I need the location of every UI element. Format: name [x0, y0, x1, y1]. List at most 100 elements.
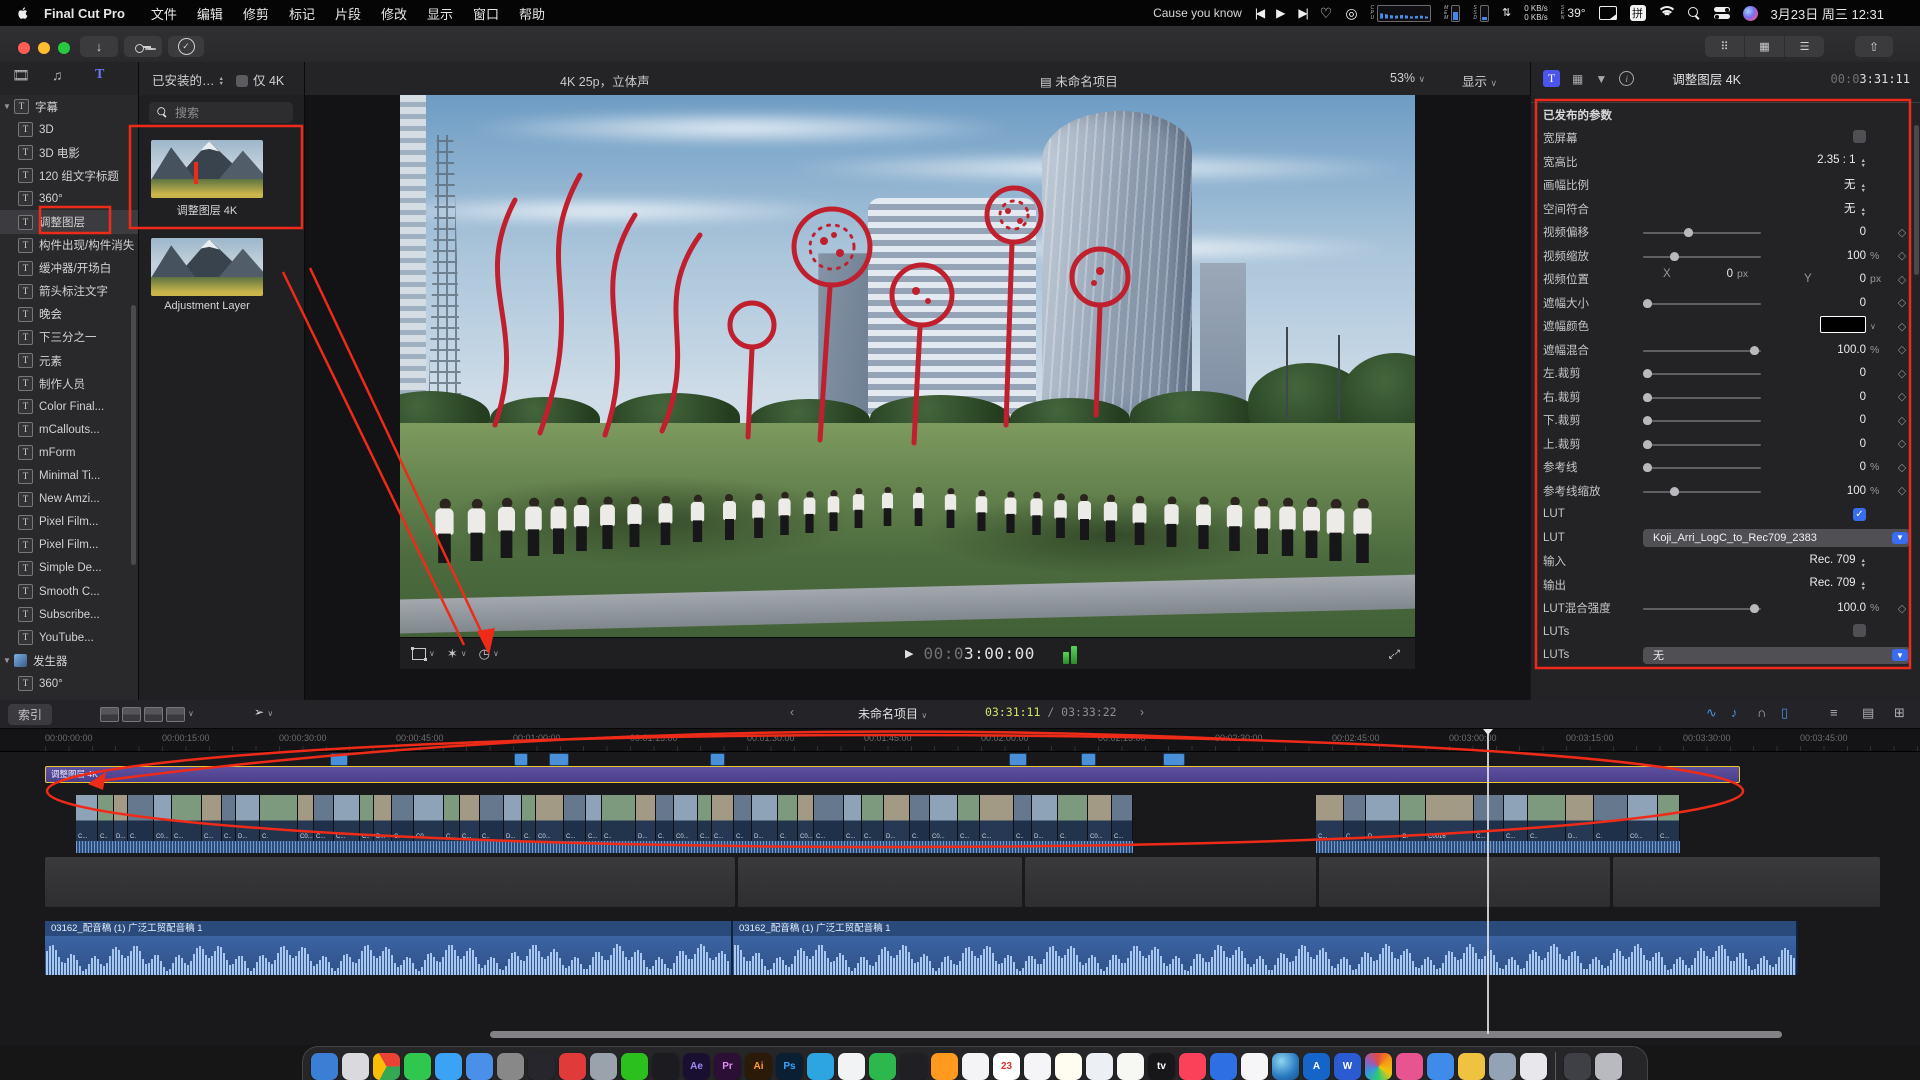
- video-clip[interactable]: C0...: [798, 795, 814, 841]
- dock-app-30[interactable]: [1210, 1053, 1237, 1080]
- dock-app-21[interactable]: [931, 1053, 958, 1080]
- video-clip[interactable]: C..: [862, 795, 884, 841]
- color-well[interactable]: [1820, 316, 1866, 333]
- param-checkbox[interactable]: [1853, 130, 1866, 143]
- dock-app-15[interactable]: Ai: [745, 1053, 772, 1080]
- keyframe-button[interactable]: ◇: [1892, 320, 1912, 333]
- fullscreen-icon[interactable]: ↗↙: [1388, 648, 1401, 661]
- sidebar-item-7[interactable]: T缓冲器/开场白: [0, 257, 138, 280]
- sidebar-item-23[interactable]: TYouTube...: [0, 626, 138, 649]
- timeline-expand-icon[interactable]: ⊞: [1894, 705, 1905, 721]
- background-tasks-button[interactable]: ✓: [168, 36, 204, 57]
- installed-filter-dropdown[interactable]: 已安装的…▲▼: [152, 70, 224, 89]
- video-clip[interactable]: C0016: [1426, 795, 1474, 841]
- dock-app-27[interactable]: [1117, 1053, 1144, 1080]
- param-select[interactable]: 2.35 : 1▲▼: [1756, 154, 1866, 169]
- app-name[interactable]: Final Cut Pro: [44, 6, 125, 21]
- video-clip[interactable]: C0...: [930, 795, 958, 841]
- video-clip[interactable]: C.: [910, 795, 930, 841]
- sidebar-item-1[interactable]: T3D: [0, 118, 138, 141]
- video-clip[interactable]: D...: [1566, 795, 1594, 841]
- dock-system-2[interactable]: [1595, 1053, 1622, 1080]
- retime-button[interactable]: ◷∨: [479, 646, 499, 662]
- sidebar-item-9[interactable]: T晚会: [0, 303, 138, 326]
- video-clip[interactable]: D...: [114, 795, 128, 841]
- timeline-ruler[interactable]: 00:00:00:0000:00:15:0000:00:30:0000:00:4…: [0, 729, 1920, 752]
- keyframe-button[interactable]: ◇: [1892, 602, 1912, 615]
- menu-1[interactable]: 文件: [141, 7, 187, 22]
- dock-app-24[interactable]: [1024, 1053, 1051, 1080]
- dock-app-29[interactable]: [1179, 1053, 1206, 1080]
- param-checkbox[interactable]: [1853, 624, 1866, 637]
- titles-browser-icon[interactable]: 🎞: [12, 67, 30, 84]
- video-clip[interactable]: C.: [522, 795, 536, 841]
- skimming-toggle-icon[interactable]: ∿: [1706, 705, 1717, 721]
- next-project-button[interactable]: ›: [1140, 705, 1144, 719]
- dock-app-14[interactable]: Pr: [714, 1053, 741, 1080]
- memory-meter[interactable]: MEM: [1444, 5, 1460, 22]
- dock-app-34[interactable]: W: [1334, 1053, 1361, 1080]
- menu-3[interactable]: 修剪: [233, 7, 279, 22]
- param-slider[interactable]: [1643, 420, 1761, 422]
- title-inspector-tab[interactable]: T: [1543, 70, 1560, 87]
- menu-9[interactable]: 帮助: [509, 7, 555, 22]
- sidebar-item-2[interactable]: T3D 电影: [0, 141, 138, 164]
- dock-system-1[interactable]: [1564, 1053, 1591, 1080]
- menu-6[interactable]: 修改: [371, 7, 417, 22]
- network-arrows-icon[interactable]: ⇅: [1502, 8, 1511, 19]
- video-clip[interactable]: C...: [314, 795, 334, 841]
- cpu-meter[interactable]: CPU: [1371, 5, 1432, 22]
- screen-mirroring-icon[interactable]: [1599, 6, 1617, 20]
- video-clip[interactable]: C...: [712, 795, 734, 841]
- dock-app-10[interactable]: [590, 1053, 617, 1080]
- viewer-project-name[interactable]: ▤ 未命名项目: [1040, 71, 1118, 90]
- param-slider[interactable]: [1643, 444, 1761, 446]
- close-window-button[interactable]: [18, 42, 30, 54]
- dock-app-23[interactable]: 23: [993, 1053, 1020, 1080]
- sidebar-item-15[interactable]: TmForm: [0, 441, 138, 464]
- input-method-icon[interactable]: 拼: [1630, 5, 1646, 21]
- dock-app-37[interactable]: [1427, 1053, 1454, 1080]
- inspector-layout-button[interactable]: ☰: [1785, 36, 1824, 57]
- dock-app-28[interactable]: tv: [1148, 1053, 1175, 1080]
- sidebar-item-12[interactable]: T制作人员: [0, 372, 138, 395]
- param-select[interactable]: 无▲▼: [1756, 200, 1866, 218]
- connected-clip[interactable]: [549, 753, 569, 766]
- browser-layout-button[interactable]: ⠿: [1705, 36, 1744, 57]
- video-clip[interactable]: C0...: [1628, 795, 1658, 841]
- timeline-project-name[interactable]: 未命名项目 ∨: [858, 705, 927, 722]
- param-slider[interactable]: [1643, 256, 1761, 258]
- param-slider[interactable]: [1643, 350, 1761, 352]
- playhead[interactable]: [1487, 729, 1489, 1034]
- clip-appearance-4[interactable]: [166, 707, 185, 722]
- gap-clip[interactable]: [1319, 857, 1610, 907]
- dock-app-35[interactable]: [1365, 1053, 1392, 1080]
- media-play-icon[interactable]: ▶: [1276, 7, 1285, 19]
- dock-app-18[interactable]: [838, 1053, 865, 1080]
- video-clip[interactable]: C0...: [154, 795, 172, 841]
- param-select[interactable]: Rec. 709▲▼: [1756, 577, 1866, 592]
- menu-2[interactable]: 编辑: [187, 7, 233, 22]
- keyframe-button[interactable]: ◇: [1892, 226, 1912, 239]
- info-inspector-tab[interactable]: i: [1619, 71, 1634, 86]
- video-clip[interactable]: C...: [334, 795, 360, 841]
- video-clip[interactable]: C0...: [414, 795, 444, 841]
- param-slider[interactable]: [1643, 467, 1761, 469]
- param-slider[interactable]: [1643, 373, 1761, 375]
- sidebar-item-10[interactable]: T下三分之一: [0, 326, 138, 349]
- dock-app-9[interactable]: [559, 1053, 586, 1080]
- ssd-meter[interactable]: SSD: [1473, 5, 1489, 22]
- audio-clip-1[interactable]: 03162_配音稿 (1) 广泛工贸配音稿 1: [45, 921, 733, 975]
- param-dropdown[interactable]: 无▼: [1643, 647, 1910, 665]
- dock-app-20[interactable]: [900, 1053, 927, 1080]
- menu-8[interactable]: 窗口: [463, 7, 509, 22]
- video-clip[interactable]: C0...: [674, 795, 698, 841]
- dock-app-32[interactable]: [1272, 1053, 1299, 1080]
- control-center-icon[interactable]: [1714, 7, 1730, 19]
- sidebar-item-16[interactable]: TMinimal Ti...: [0, 465, 138, 488]
- video-clip[interactable]: C..: [360, 795, 374, 841]
- dock-app-8[interactable]: [528, 1053, 555, 1080]
- video-clip[interactable]: C...: [586, 795, 602, 841]
- clip-appearance-2[interactable]: [122, 707, 141, 722]
- timeline-index-icon[interactable]: ≡: [1830, 705, 1838, 720]
